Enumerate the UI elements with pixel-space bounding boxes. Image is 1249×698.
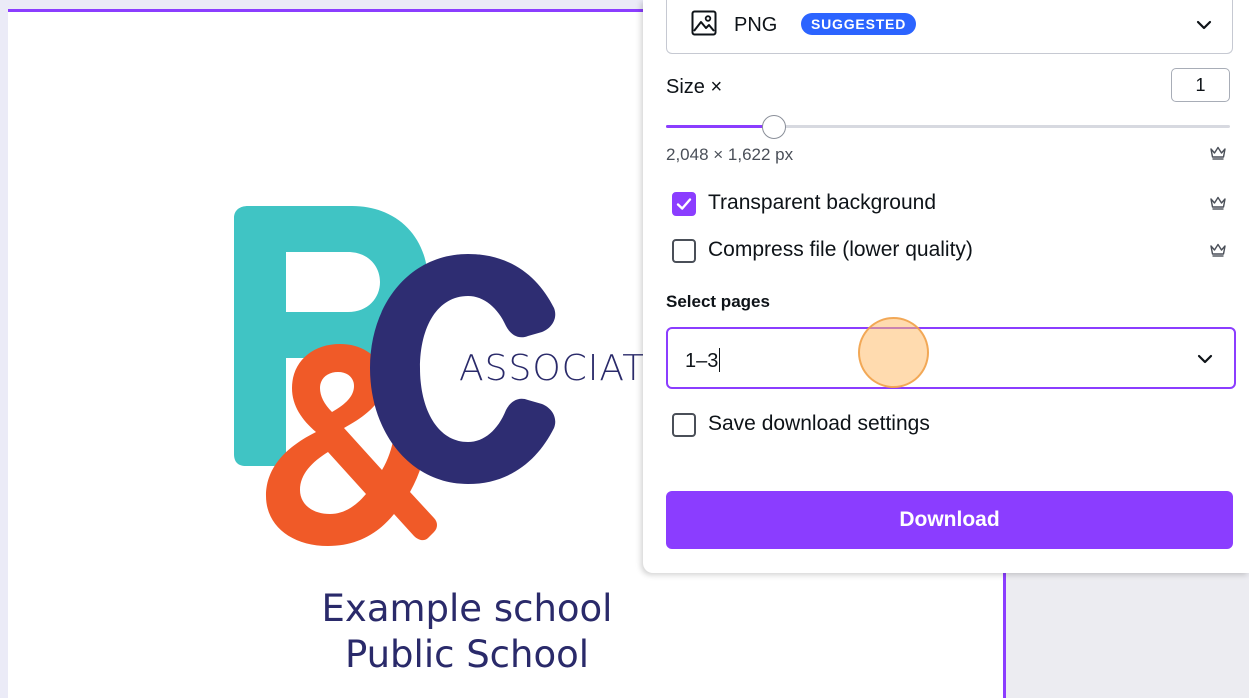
output-dimensions: 2,048 × 1,622 px [666,145,794,164]
select-pages-value-text: 1–3 [685,350,719,372]
chevron-down-icon [1196,20,1212,30]
logo-association-text: ASSOCIATIC [459,348,644,389]
image-icon [691,10,717,36]
select-pages-value: 1–3 [685,348,721,373]
transparent-background-checkbox[interactable] [672,192,696,216]
select-pages-title: Select pages [666,292,770,311]
file-type-select[interactable]: PNG SUGGESTED [666,0,1233,54]
chevron-down-icon [1197,354,1213,364]
download-button[interactable]: Download [666,491,1233,549]
school-name-text: Example school Public School [260,586,674,678]
compress-file-label[interactable]: Compress file (lower quality) [708,238,973,262]
click-indicator [858,317,929,388]
save-download-settings-checkbox[interactable] [672,413,696,437]
transparent-background-label[interactable]: Transparent background [708,191,936,215]
suggested-badge: SUGGESTED [801,13,917,35]
size-label: Size × [666,76,723,98]
school-name-line-1: Example school [321,587,613,630]
text-cursor [719,348,721,372]
size-slider-fill [666,125,774,128]
checkmark-icon [676,198,692,210]
size-multiplier-input[interactable]: 1 [1171,68,1230,102]
size-slider-thumb[interactable] [762,115,786,139]
compress-file-checkbox[interactable] [672,239,696,263]
crown-icon [1210,146,1226,160]
size-slider-track[interactable] [666,125,1230,128]
save-download-settings-label[interactable]: Save download settings [708,412,930,436]
school-name-line-2: Public School [344,633,590,676]
select-pages-dropdown[interactable]: 1–3 [666,327,1236,389]
download-panel: PNG SUGGESTED Size × 1 2,048 × 1,622 px … [643,0,1249,573]
crown-icon [1210,243,1226,257]
crown-icon [1210,196,1226,210]
file-type-label: PNG [734,14,778,36]
